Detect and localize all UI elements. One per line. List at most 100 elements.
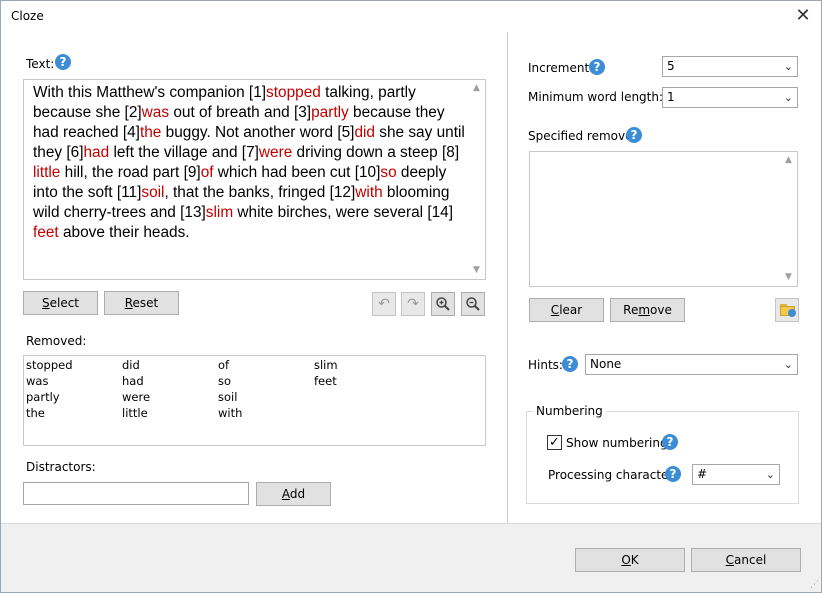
list-item[interactable]: partly <box>26 389 73 405</box>
cloze-text-area[interactable]: With this Matthew's companion [1]stopped… <box>23 79 486 280</box>
dialog-footer: OK Cancel ⋰ <box>1 523 821 592</box>
specified-remove-scrollbar[interactable]: ▲ ▼ <box>780 152 797 286</box>
clear-button[interactable]: Clear <box>529 298 604 322</box>
text-segment: , that the banks, fringed [12] <box>164 184 356 201</box>
list-item[interactable]: were <box>122 389 150 405</box>
add-button-label: Add <box>281 487 306 501</box>
removed-column-2: did had were little <box>122 357 150 421</box>
removed-word: of <box>200 164 214 181</box>
distractors-input[interactable] <box>23 482 249 505</box>
list-item[interactable]: so <box>218 373 242 389</box>
help-icon[interactable]: ? <box>55 54 71 70</box>
increment-select[interactable]: 5 ⌄ <box>662 56 798 77</box>
show-numbering-checkbox[interactable]: ✓ <box>547 435 562 450</box>
scroll-up-icon[interactable]: ▲ <box>780 152 797 169</box>
reset-button-label: Reset <box>124 296 159 310</box>
ok-button[interactable]: OK <box>575 548 685 572</box>
removed-word: slim <box>205 204 234 221</box>
undo-icon[interactable]: ↶ <box>372 292 396 316</box>
processing-character-value: # <box>697 467 708 481</box>
remove-button[interactable]: Remove <box>610 298 685 322</box>
removed-word: was <box>141 104 170 121</box>
text-segment: white birches, were several [14] <box>233 204 453 221</box>
processing-character-select[interactable]: # ⌄ <box>692 464 780 485</box>
list-item[interactable]: soil <box>218 389 242 405</box>
removed-column-4: slim feet <box>314 357 338 389</box>
help-icon[interactable]: ? <box>665 466 681 482</box>
hints-value: None <box>590 357 622 371</box>
specified-remove-label: Specified remove: <box>528 129 637 143</box>
clear-button-label: Clear <box>550 303 583 317</box>
increment-label: Increment: <box>528 61 594 75</box>
removed-word: soil <box>141 184 165 201</box>
chevron-down-icon: ⌄ <box>783 91 793 104</box>
hints-label: Hints: <box>528 358 563 372</box>
hints-select[interactable]: None ⌄ <box>585 354 798 375</box>
removed-word: were <box>258 144 293 161</box>
close-icon[interactable]: ✕ <box>791 4 815 28</box>
list-item[interactable]: of <box>218 357 242 373</box>
select-button[interactable]: Select <box>23 291 98 315</box>
removed-word: had <box>83 144 110 161</box>
add-button[interactable]: Add <box>256 482 331 506</box>
text-segment: driving down a steep [8] <box>292 144 460 161</box>
help-icon[interactable]: ? <box>589 59 605 75</box>
left-panel: Text: ? With this Matthew's companion [1… <box>1 32 507 523</box>
increment-value: 5 <box>667 59 675 73</box>
select-button-label: Select <box>41 296 80 310</box>
list-item[interactable]: feet <box>314 373 338 389</box>
list-item[interactable]: stopped <box>26 357 73 373</box>
scroll-down-icon[interactable]: ▼ <box>468 262 485 279</box>
scroll-down-icon[interactable]: ▼ <box>780 269 797 286</box>
text-segment: left the village and [7] <box>109 144 259 161</box>
min-word-length-select[interactable]: 1 ⌄ <box>662 87 798 108</box>
specified-remove-textarea[interactable]: ▲ ▼ <box>529 151 798 287</box>
removed-word: little <box>33 164 61 181</box>
list-item[interactable]: was <box>26 373 73 389</box>
removed-word: partly <box>311 104 349 121</box>
removed-list[interactable]: stopped was partly the did had were litt… <box>23 355 486 446</box>
chevron-down-icon: ⌄ <box>765 468 775 481</box>
numbering-legend: Numbering <box>533 404 606 418</box>
list-item[interactable]: did <box>122 357 150 373</box>
cancel-button[interactable]: Cancel <box>691 548 801 572</box>
removed-column-1: stopped was partly the <box>26 357 73 421</box>
removed-label: Removed: <box>26 334 87 348</box>
zoom-in-icon[interactable] <box>431 292 455 316</box>
folder-open-icon[interactable] <box>775 298 799 322</box>
list-item[interactable]: little <box>122 405 150 421</box>
text-segment: With this Matthew's companion [1] <box>33 84 267 101</box>
cancel-button-label: Cancel <box>725 553 767 567</box>
scroll-up-icon[interactable]: ▲ <box>468 80 485 97</box>
min-word-length-value: 1 <box>667 90 675 104</box>
processing-character-label: Processing character: <box>548 468 678 482</box>
text-segment: out of breath and [3] <box>169 104 312 121</box>
numbering-group: Numbering ✓ Show numbering ? Processing … <box>526 404 799 504</box>
help-icon[interactable]: ? <box>626 127 642 143</box>
removed-word: the <box>139 124 162 141</box>
removed-word: with <box>355 184 383 201</box>
show-numbering-label: Show numbering <box>566 436 668 450</box>
window-title: Cloze <box>11 9 44 23</box>
redo-icon[interactable]: ↷ <box>401 292 425 316</box>
help-icon[interactable]: ? <box>562 356 578 372</box>
text-segment: above their heads. <box>58 224 190 241</box>
chevron-down-icon: ⌄ <box>783 60 793 73</box>
list-item[interactable]: with <box>218 405 242 421</box>
text-scrollbar[interactable]: ▲ ▼ <box>468 80 485 279</box>
removed-column-3: of so soil with <box>218 357 242 421</box>
resize-grip-icon[interactable]: ⋰ <box>810 580 819 590</box>
cloze-text-content: With this Matthew's companion [1]stopped… <box>33 83 471 243</box>
reset-button[interactable]: Reset <box>104 291 179 315</box>
remove-button-label: Remove <box>623 303 672 317</box>
text-segment: buggy. Not another word [5] <box>161 124 355 141</box>
help-icon[interactable]: ? <box>662 434 678 450</box>
list-item[interactable]: slim <box>314 357 338 373</box>
text-label: Text: <box>26 57 55 71</box>
zoom-out-icon[interactable] <box>461 292 485 316</box>
distractors-label: Distractors: <box>26 460 96 474</box>
list-item[interactable]: had <box>122 373 150 389</box>
list-item[interactable]: the <box>26 405 73 421</box>
title-bar: Cloze ✕ <box>1 1 821 32</box>
removed-word: feet <box>33 224 59 241</box>
